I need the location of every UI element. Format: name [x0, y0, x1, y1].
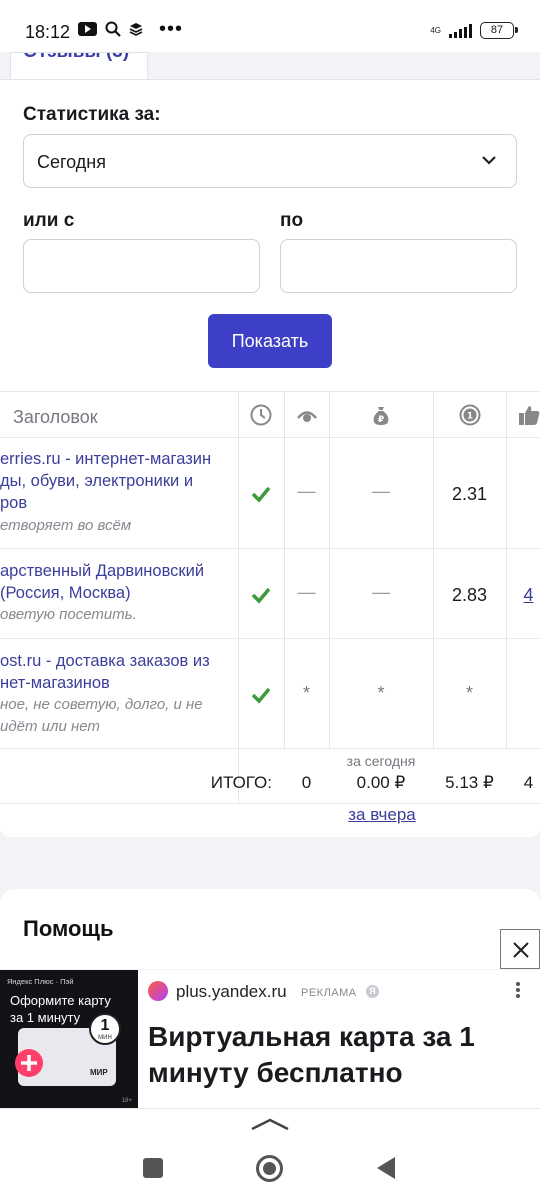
- period-label: Статистика за:: [23, 104, 161, 125]
- views-value: *: [302, 683, 310, 703]
- timer-number: 1: [100, 1017, 110, 1034]
- check-icon: [251, 587, 271, 604]
- tab-reviews-label: Отзывы (3): [23, 53, 129, 63]
- rate-value: 2.31: [451, 484, 488, 504]
- age-rating: 18+: [121, 1098, 132, 1104]
- likes-link[interactable]: 4: [506, 585, 540, 606]
- period-select-value: Сегодня: [37, 152, 106, 172]
- row-title-link[interactable]: erries.ru - интернет-магазин ды, обуви, …: [0, 448, 234, 514]
- earned-value: —: [372, 481, 390, 501]
- to-date-label: по: [280, 210, 304, 231]
- totals-row: ИТОГО: за сегодня 0 0.00 ₽ 5.13 ₽ 4: [0, 749, 540, 804]
- totals-label: ИТОГО:: [210, 773, 272, 792]
- more-notifications-icon: •••: [159, 18, 184, 40]
- chevron-down-icon: [482, 156, 496, 165]
- table-header: Заголовок ₽ 1: [0, 391, 540, 438]
- row-review-text: оветую посетить.: [0, 606, 137, 623]
- signal-icon: [449, 23, 472, 38]
- table-row: ost.ru - доставка заказов из нет-магазин…: [0, 639, 540, 749]
- more-options-icon[interactable]: [514, 982, 522, 1002]
- tab-reviews[interactable]: Отзывы (3): [10, 52, 148, 80]
- coin-icon[interactable]: 1: [459, 404, 481, 426]
- to-date-input[interactable]: [280, 239, 517, 293]
- timer-unit: МИН: [98, 1035, 112, 1041]
- check-icon: [251, 486, 271, 503]
- table-row: арственный Дарвиновский (Россия, Москва)…: [0, 549, 540, 639]
- from-date-input[interactable]: [23, 239, 260, 293]
- layers-icon: [129, 23, 143, 36]
- check-icon: [251, 687, 271, 704]
- show-button[interactable]: Показать: [208, 314, 332, 368]
- yandex-badge-icon: Я: [366, 985, 379, 998]
- status-time: 18:12: [25, 22, 71, 42]
- system-navigation-bar: [0, 1108, 540, 1200]
- row-review-text: етворяет во всём: [0, 517, 132, 534]
- chevron-up-icon[interactable]: [250, 1117, 290, 1131]
- stats-filter-card: Статистика за: Сегодня или с по Показать: [0, 79, 540, 391]
- help-title: Помощь: [23, 916, 114, 941]
- total-rate: 5.13 ₽: [445, 773, 494, 792]
- yesterday-link[interactable]: за вчера: [330, 805, 434, 825]
- back-button[interactable]: [377, 1157, 395, 1179]
- status-notification-icons: •••: [78, 18, 184, 40]
- eye-icon[interactable]: [296, 405, 318, 427]
- money-bag-icon[interactable]: ₽: [370, 404, 392, 426]
- svg-text:₽: ₽: [378, 415, 384, 425]
- battery-icon: 87: [480, 22, 518, 39]
- total-likes: 4: [523, 773, 534, 792]
- card-brand: МИР: [90, 1068, 108, 1077]
- table-row: erries.ru - интернет-магазин ды, обуви, …: [0, 438, 540, 549]
- help-section: Помощь: [0, 889, 540, 969]
- row-title-link[interactable]: арственный Дарвиновский (Россия, Москва): [0, 560, 234, 604]
- earned-value: —: [372, 582, 390, 602]
- ad-image[interactable]: Яндекс Плюс · Пэй Оформите карту за 1 ми…: [0, 970, 138, 1108]
- rate-value: *: [465, 683, 473, 703]
- row-title-link[interactable]: ost.ru - доставка заказов из нет-магазин…: [0, 650, 234, 694]
- yandex-plus-logo-icon: [148, 981, 168, 1001]
- column-title-header: Заголовок: [13, 407, 98, 427]
- earned-value: *: [377, 683, 385, 703]
- ad-label: РЕКЛАМА: [301, 987, 357, 999]
- total-views: 0: [301, 773, 312, 792]
- timer-icon: 1 МИН: [89, 1013, 121, 1045]
- recent-apps-button[interactable]: [143, 1158, 163, 1178]
- rate-value: 2.83: [451, 585, 488, 605]
- stats-table: Заголовок ₽ 1 erries.ru - интернет-магаз…: [0, 391, 540, 837]
- from-date-label: или с: [23, 210, 75, 231]
- status-system-icons: 4G 87: [430, 22, 518, 39]
- status-bar: 18:12 ••• 4G 87: [0, 0, 540, 52]
- ad-headline[interactable]: Виртуальная карта за 1 минуту бесплатно: [148, 1019, 528, 1091]
- ad-image-brand: Яндекс Плюс · Пэй: [7, 977, 74, 986]
- youtube-icon: [78, 22, 97, 36]
- ad-banner[interactable]: Яндекс Плюс · Пэй Оформите карту за 1 ми…: [0, 970, 540, 1108]
- row-review-text: ное, не советую, долго, и не идёт или не…: [0, 696, 203, 735]
- search-icon: [105, 21, 121, 37]
- thumbs-up-icon[interactable]: [518, 404, 540, 426]
- ad-close-button[interactable]: [500, 929, 540, 969]
- views-value: —: [297, 481, 316, 501]
- views-value: —: [297, 582, 316, 602]
- network-type: 4G: [430, 25, 441, 35]
- today-caption: за сегодня: [346, 753, 416, 769]
- clock-icon[interactable]: [250, 404, 272, 426]
- home-button[interactable]: [256, 1155, 283, 1182]
- plus-logo-icon: [15, 1049, 43, 1077]
- ad-domain[interactable]: plus.yandex.ru: [176, 982, 287, 1002]
- close-icon: [513, 942, 529, 958]
- total-earned: 0.00 ₽: [356, 773, 406, 792]
- period-select[interactable]: Сегодня: [23, 134, 517, 188]
- svg-text:1: 1: [467, 412, 473, 422]
